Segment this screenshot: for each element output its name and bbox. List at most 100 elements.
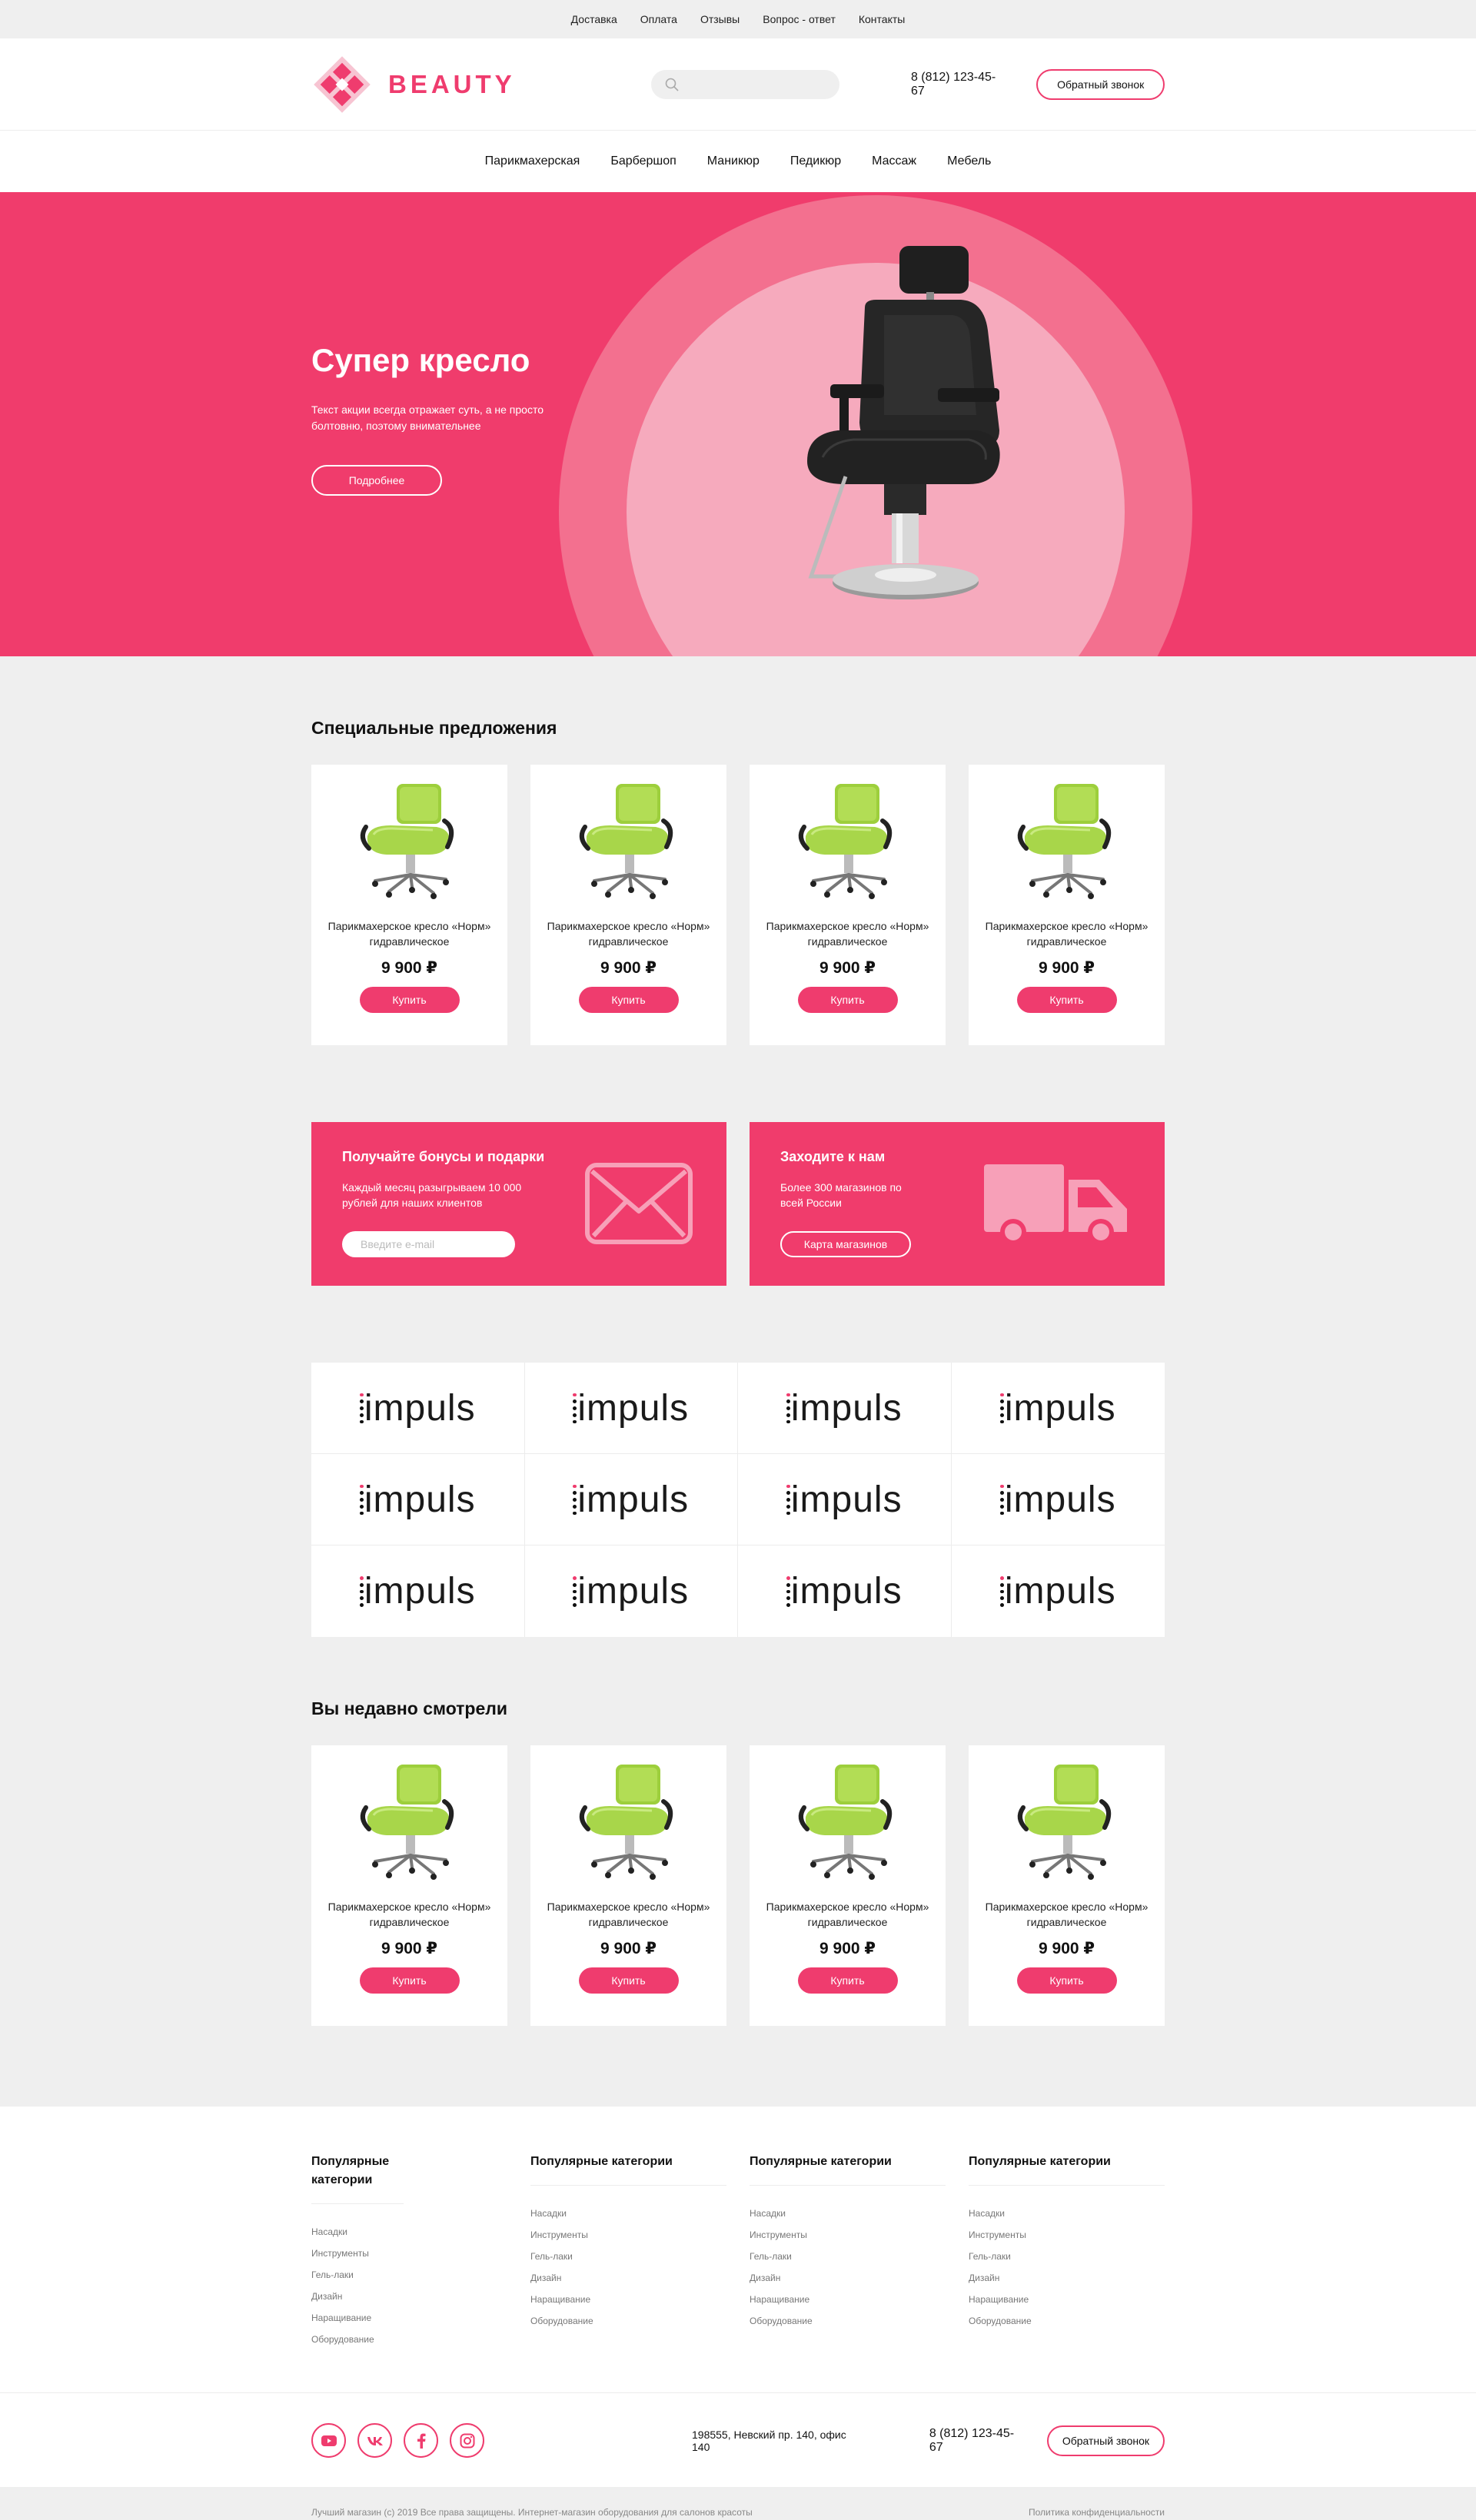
footer-link[interactable]: Дизайн bbox=[969, 2267, 1165, 2289]
brand-logo[interactable]: impuls bbox=[951, 1454, 1165, 1546]
product-card[interactable]: Парикмахерское кресло «Норм» гидравличес… bbox=[530, 765, 726, 1045]
nav-item-hairdressing[interactable]: Парикмахерская bbox=[485, 154, 580, 168]
brand-logo[interactable]: impuls bbox=[311, 1546, 525, 1637]
store-map-button[interactable]: Карта магазинов bbox=[780, 1231, 911, 1257]
footer-link[interactable]: Наращивание bbox=[311, 2307, 507, 2329]
callback-button[interactable]: Обратный звонок bbox=[1036, 69, 1165, 100]
brand-logo[interactable]: impuls bbox=[525, 1546, 738, 1637]
footer-address: 198555, Невский пр. 140, офис 140 bbox=[692, 2428, 846, 2453]
footer-link[interactable]: Дизайн bbox=[750, 2267, 946, 2289]
buy-button[interactable]: Купить bbox=[797, 1967, 898, 1994]
nav-item-pedicure[interactable]: Педикюр bbox=[790, 154, 841, 168]
product-name[interactable]: Парикмахерское кресло «Норм» гидравличес… bbox=[750, 1899, 946, 1930]
nav-item-manicure[interactable]: Маникюр bbox=[707, 154, 760, 168]
buy-button[interactable]: Купить bbox=[578, 987, 679, 1013]
stores-promo-block: Заходите к нам Более 300 магазинов по вс… bbox=[750, 1122, 1165, 1286]
brand-logo[interactable]: impuls bbox=[524, 1363, 738, 1454]
product-name[interactable]: Парикмахерское кресло «Норм» гидравличес… bbox=[969, 1899, 1165, 1930]
footer-link[interactable]: Насадки bbox=[750, 2203, 946, 2224]
brand-logo[interactable]: impuls bbox=[952, 1546, 1165, 1637]
product-card[interactable]: Парикмахерское кресло «Норм» гидравличес… bbox=[530, 1745, 726, 2026]
footer-link[interactable]: Насадки bbox=[969, 2203, 1165, 2224]
footer-link[interactable]: Насадки bbox=[311, 2221, 507, 2243]
brand-logo[interactable]: impuls bbox=[738, 1454, 952, 1546]
product-price: 9 900 ₽ bbox=[819, 1940, 876, 1957]
footer-link[interactable]: Инструменты bbox=[311, 2243, 507, 2264]
product-chair-image bbox=[579, 1765, 673, 1880]
footer-link[interactable]: Наращивание bbox=[530, 2289, 726, 2310]
buy-button[interactable]: Купить bbox=[1016, 987, 1117, 1013]
vk-icon[interactable] bbox=[357, 2423, 392, 2458]
nav-item-massage[interactable]: Массаж bbox=[872, 154, 916, 168]
stores-promo-title: Заходите к нам bbox=[780, 1149, 886, 1164]
instagram-icon[interactable] bbox=[450, 2423, 484, 2458]
product-name[interactable]: Парикмахерское кресло «Норм» гидравличес… bbox=[530, 1899, 726, 1930]
buy-button[interactable]: Купить bbox=[359, 1967, 460, 1994]
facebook-icon[interactable] bbox=[404, 2423, 438, 2458]
footer-contact-bar: 198555, Невский пр. 140, офис 140 8 (812… bbox=[0, 2392, 1476, 2487]
product-card[interactable]: Парикмахерское кресло «Норм» гидравличес… bbox=[969, 1745, 1165, 2026]
footer-link[interactable]: Оборудование bbox=[750, 2310, 946, 2332]
footer-link[interactable]: Наращивание bbox=[750, 2289, 946, 2310]
logo-text: BEAUTY bbox=[388, 70, 516, 98]
nav-item-barbershop[interactable]: Барбершоп bbox=[610, 154, 676, 168]
brand-logo[interactable]: impuls bbox=[311, 1454, 525, 1546]
search-input[interactable] bbox=[686, 78, 825, 91]
hero-title: Супер кресло bbox=[311, 342, 530, 378]
brand-dots-icon bbox=[359, 1393, 364, 1424]
product-name[interactable]: Парикмахерское кресло «Норм» гидравличес… bbox=[311, 1899, 507, 1930]
brand-logo[interactable]: impuls bbox=[524, 1454, 738, 1546]
footer-column-title: Популярные категории bbox=[530, 2153, 726, 2186]
product-name[interactable]: Парикмахерское кресло «Норм» гидравличес… bbox=[969, 918, 1165, 949]
footer-callback-button[interactable]: Обратный звонок bbox=[1046, 2425, 1165, 2456]
email-field[interactable] bbox=[342, 1231, 515, 1257]
product-card[interactable]: Парикмахерское кресло «Норм» гидравличес… bbox=[311, 1745, 507, 2026]
brand-logo[interactable]: impuls bbox=[311, 1363, 525, 1454]
brand-logo[interactable]: impuls bbox=[951, 1363, 1165, 1454]
hero-more-button[interactable]: Подробнее bbox=[311, 465, 442, 496]
footer-column: Популярные категории Насадки Инструменты… bbox=[969, 2153, 1165, 2392]
buy-button[interactable]: Купить bbox=[797, 987, 898, 1013]
footer-link[interactable]: Оборудование bbox=[530, 2310, 726, 2332]
brand-logo[interactable]: impuls bbox=[738, 1363, 952, 1454]
nav-item-furniture[interactable]: Мебель bbox=[947, 154, 991, 168]
privacy-policy-link[interactable]: Политика конфиденциальности bbox=[1029, 2507, 1165, 2518]
buy-button[interactable]: Купить bbox=[578, 1967, 679, 1994]
product-card[interactable]: Парикмахерское кресло «Норм» гидравличес… bbox=[311, 765, 507, 1045]
topbar-link-faq[interactable]: Вопрос - ответ bbox=[763, 13, 836, 25]
topbar-link-delivery[interactable]: Доставка bbox=[571, 13, 617, 25]
product-card[interactable]: Парикмахерское кресло «Норм» гидравличес… bbox=[969, 765, 1165, 1045]
product-card[interactable]: Парикмахерское кресло «Норм» гидравличес… bbox=[750, 1745, 946, 2026]
product-card[interactable]: Парикмахерское кресло «Норм» гидравличес… bbox=[750, 765, 946, 1045]
product-name[interactable]: Парикмахерское кресло «Норм» гидравличес… bbox=[750, 918, 946, 949]
footer-link[interactable]: Гель-лаки bbox=[311, 2264, 507, 2286]
youtube-icon[interactable] bbox=[311, 2423, 346, 2458]
product-name[interactable]: Парикмахерское кресло «Норм» гидравличес… bbox=[530, 918, 726, 949]
header-phone[interactable]: 8 (812) 123-45-67 bbox=[911, 71, 1007, 98]
footer-link[interactable]: Оборудование bbox=[311, 2329, 507, 2350]
footer-link[interactable]: Наращивание bbox=[969, 2289, 1165, 2310]
brand-name: impuls bbox=[577, 1571, 690, 1612]
topbar-link-contacts[interactable]: Контакты bbox=[859, 13, 905, 25]
footer-link[interactable]: Гель-лаки bbox=[969, 2246, 1165, 2267]
footer-link[interactable]: Инструменты bbox=[530, 2224, 726, 2246]
footer-link[interactable]: Дизайн bbox=[530, 2267, 726, 2289]
footer-phone[interactable]: 8 (812) 123-45-67 bbox=[929, 2427, 1018, 2455]
recent-product-list: Парикмахерское кресло «Норм» гидравличес… bbox=[311, 1745, 1165, 2026]
footer-link[interactable]: Инструменты bbox=[969, 2224, 1165, 2246]
footer-link[interactable]: Насадки bbox=[530, 2203, 726, 2224]
topbar-link-reviews[interactable]: Отзывы bbox=[700, 13, 740, 25]
buy-button[interactable]: Купить bbox=[359, 987, 460, 1013]
footer-link[interactable]: Гель-лаки bbox=[530, 2246, 726, 2267]
search-box[interactable] bbox=[650, 70, 839, 99]
footer-link[interactable]: Дизайн bbox=[311, 2286, 507, 2307]
footer-link[interactable]: Гель-лаки bbox=[750, 2246, 946, 2267]
logo[interactable]: BEAUTY bbox=[311, 54, 516, 115]
footer-link[interactable]: Инструменты bbox=[750, 2224, 946, 2246]
buy-button[interactable]: Купить bbox=[1016, 1967, 1117, 1994]
brand-logo[interactable]: impuls bbox=[738, 1546, 952, 1637]
topbar-link-payment[interactable]: Оплата bbox=[640, 13, 677, 25]
product-chair-image bbox=[1017, 1765, 1111, 1880]
footer-link[interactable]: Оборудование bbox=[969, 2310, 1165, 2332]
product-name[interactable]: Парикмахерское кресло «Норм» гидравличес… bbox=[311, 918, 507, 949]
